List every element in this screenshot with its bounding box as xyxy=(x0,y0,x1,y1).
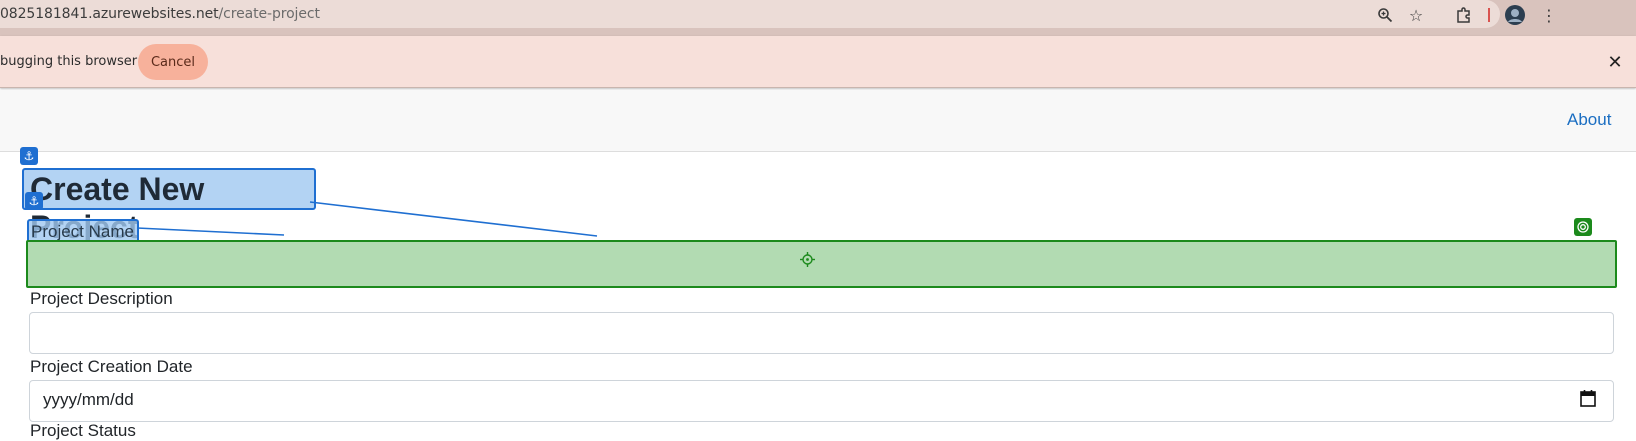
more-menu-icon[interactable]: ⋮ xyxy=(1538,4,1560,26)
crosshair-icon xyxy=(800,252,815,267)
anchor-icon: ⚓ xyxy=(25,192,43,210)
debug-infobar: bugging this browser Cancel ✕ xyxy=(0,36,1636,88)
project-status-label: Project Status xyxy=(30,421,136,440)
calendar-icon[interactable] xyxy=(1580,389,1596,407)
project-creation-date-label: Project Creation Date xyxy=(30,357,193,376)
project-description-input[interactable] xyxy=(29,312,1614,354)
infobar-message: bugging this browser xyxy=(0,54,138,69)
target-icon xyxy=(1574,218,1592,236)
zoom-icon[interactable] xyxy=(1374,4,1396,26)
anchor-icon: ⚓ xyxy=(20,147,38,165)
extensions-icon[interactable] xyxy=(1453,4,1475,26)
site-navbar: About xyxy=(0,90,1636,152)
profile-avatar[interactable] xyxy=(1504,4,1526,26)
project-name-input[interactable] xyxy=(26,240,1617,288)
page-title: Create New Project xyxy=(22,168,316,245)
star-icon[interactable]: ☆ xyxy=(1405,4,1427,26)
toolbar-divider xyxy=(1488,8,1490,22)
nav-link-about[interactable]: About xyxy=(1567,110,1611,130)
cancel-button[interactable]: Cancel xyxy=(138,44,208,80)
browser-toolbar: 0825181841.azurewebsites.net/create-proj… xyxy=(0,0,1636,36)
date-placeholder: yyyy/mm/dd xyxy=(43,390,134,409)
address-bar[interactable]: 0825181841.azurewebsites.net/create-proj… xyxy=(0,0,1500,28)
project-creation-date-input[interactable] xyxy=(29,380,1614,422)
close-icon[interactable]: ✕ xyxy=(1604,51,1626,73)
project-description-label: Project Description xyxy=(30,289,173,308)
url-text: 0825181841.azurewebsites.net/create-proj… xyxy=(0,6,320,22)
